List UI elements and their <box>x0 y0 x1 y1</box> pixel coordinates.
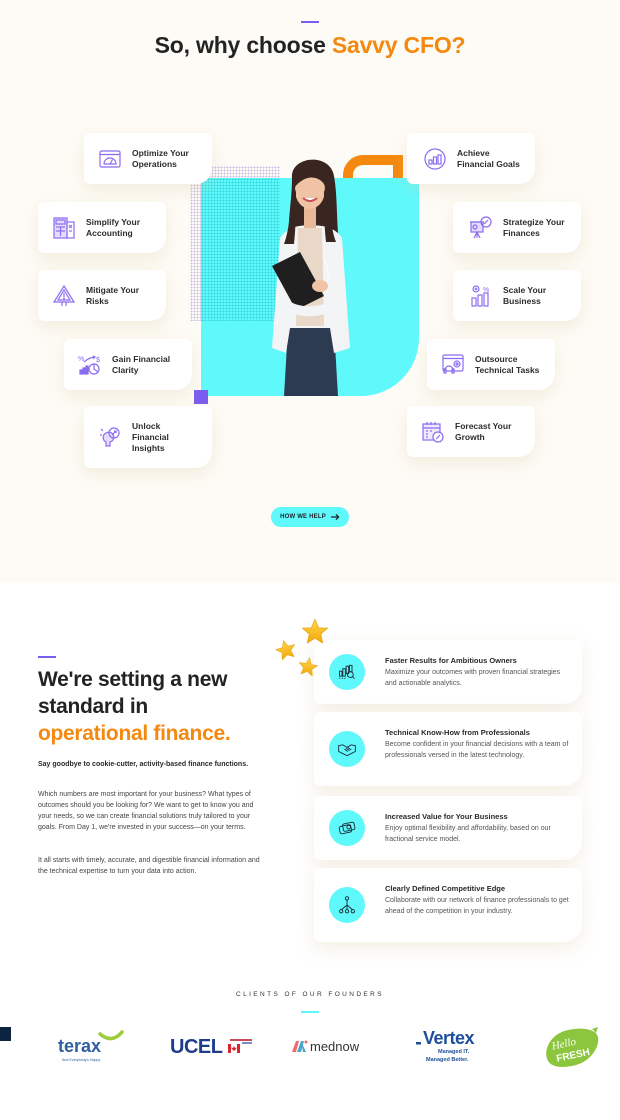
value-card-desc: Maximize your outcomes with proven finan… <box>385 669 561 687</box>
feature-card-strategize-finances[interactable]: Strategize Your Finances <box>453 202 581 253</box>
ucel-logo: UCEL <box>170 1036 252 1058</box>
value-card-title: Increased Value for Your Business <box>385 812 508 821</box>
logo-tagline: Managed IT. <box>438 1049 470 1055</box>
hero-visual <box>190 148 420 404</box>
lead-text: Say goodbye to cookie-cutter, activity-b… <box>38 761 249 768</box>
handshake-icon <box>338 744 356 757</box>
support-headset-icon <box>441 353 465 377</box>
analytics-search-icon <box>339 664 355 679</box>
woman-with-tablet-photo <box>272 159 350 396</box>
clients-heading: CLIENTS OF OUR FOUNDERS <box>235 991 384 998</box>
growth-bars-icon: % <box>469 284 493 308</box>
value-card-desc: Enjoy optimal flexibility and affordabil… <box>385 825 551 843</box>
value-card-title: Clearly Defined Competitive Edge <box>385 884 506 893</box>
dashboard-gauge-icon <box>98 147 122 171</box>
feature-card-simplify-accounting[interactable]: Simplify Your Accounting <box>38 202 166 253</box>
value-card-desc: Become confident in your financial decis… <box>385 741 569 759</box>
feature-card-scale-business[interactable]: % Scale Your Business <box>453 270 581 321</box>
value-card: Increased Value for Your Business Enjoy … <box>314 796 582 860</box>
terax-logo: terax And Everybody's Happy <box>58 1030 124 1062</box>
icon-circle <box>329 731 365 767</box>
value-card: Faster Results for Ambitious Owners Maxi… <box>314 640 582 704</box>
lightbulb-icon <box>98 425 122 449</box>
calendar-chart-icon <box>421 420 445 444</box>
star-icon <box>302 619 328 644</box>
value-card-title: Faster Results for Ambitious Owners <box>385 656 517 665</box>
logo-text: Vertex <box>423 1028 475 1048</box>
svg-text:$: $ <box>96 357 100 364</box>
body-paragraph: Which numbers are most important for you… <box>38 791 254 831</box>
feature-card-gain-clarity[interactable]: % $ Gain Financial Clarity <box>64 339 192 390</box>
logo-text: mednow <box>310 1039 360 1054</box>
hellofresh-logo: Hello FRESH <box>546 1027 599 1067</box>
feature-card-mitigate-risks[interactable]: Mitigate Your Risks <box>38 270 166 321</box>
star-icon <box>299 657 318 677</box>
feature-card-forecast-growth[interactable]: Forecast Your Growth <box>407 406 535 457</box>
purple-square-decoration <box>194 390 208 404</box>
scroll-marker <box>0 1027 11 1041</box>
presentation-board-icon <box>469 215 493 240</box>
how-we-help-button[interactable]: HOW WE HELP <box>271 507 349 527</box>
logo-tagline: And Everybody's Happy <box>62 1058 100 1062</box>
feature-card-outsource-tasks[interactable]: Outsource Technical Tasks <box>427 339 555 390</box>
star-icon <box>275 640 296 661</box>
icon-circle <box>329 887 365 923</box>
feature-card-achieve-goals[interactable]: Achieve Financial Goals <box>407 133 535 184</box>
arrow-right-icon <box>330 513 340 521</box>
body-paragraph: It all starts with timely, accurate, and… <box>38 857 260 875</box>
finance-chart-icon: % $ <box>78 353 102 377</box>
svg-text:%: % <box>78 356 84 363</box>
icon-circle <box>329 810 365 846</box>
section-title: So, why choose Savvy CFO? <box>154 32 466 58</box>
warning-sign-icon <box>52 284 76 308</box>
calculator-icon <box>52 216 76 240</box>
money-stack-icon <box>338 821 356 835</box>
feature-card-unlock-insights[interactable]: Unlock Financial Insights <box>84 406 212 468</box>
mednow-logo: mednow <box>292 1039 360 1054</box>
section-title: We're setting a new standard in operatio… <box>38 668 231 745</box>
target-chart-icon <box>423 147 447 171</box>
network-icon <box>339 896 355 914</box>
value-card-desc: Collaborate with our network of finance … <box>385 897 569 915</box>
logo-text: terax <box>58 1036 101 1056</box>
why-choose-section: So, why choose Savvy CFO? Optimize Your … <box>0 0 620 583</box>
vertex-logo: Vertex Managed IT. Managed Better. <box>416 1028 475 1063</box>
accent-divider <box>301 21 319 23</box>
accent-divider <box>301 1011 319 1013</box>
value-card: Clearly Defined Competitive Edge Collabo… <box>314 868 582 942</box>
value-card-title: Technical Know-How from Professionals <box>385 728 530 737</box>
feature-card-optimize-operations[interactable]: Optimize Your Operations <box>84 133 212 184</box>
logo-text: UCEL <box>170 1036 223 1058</box>
logo-tagline: Managed Better. <box>426 1057 469 1063</box>
accent-divider <box>38 656 56 658</box>
value-card: Technical Know-How from Professionals Be… <box>314 712 582 786</box>
stars-decoration <box>275 619 328 677</box>
